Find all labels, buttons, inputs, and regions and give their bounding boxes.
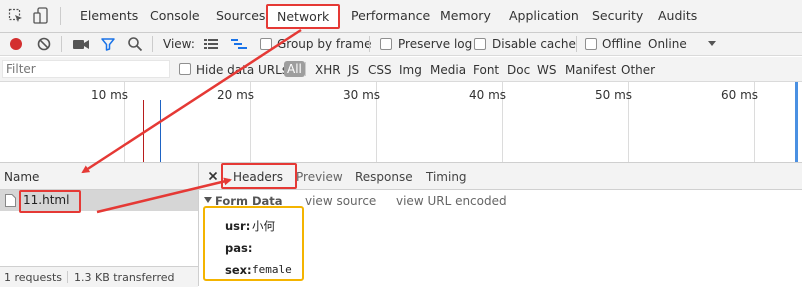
annotation-arrows	[81, 28, 302, 214]
arrow-to-headers-tab	[96, 177, 232, 214]
arrow-to-name-column	[81, 28, 302, 174]
